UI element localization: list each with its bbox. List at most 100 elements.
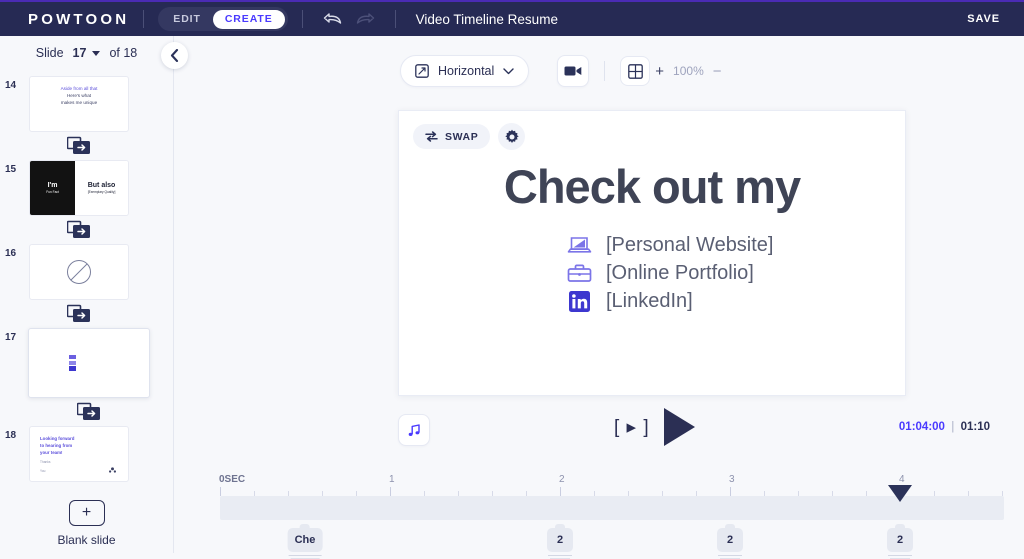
music-button[interactable] xyxy=(398,414,430,446)
link-row-portfolio[interactable]: [Online Portfolio] xyxy=(566,259,774,287)
timecode-divider: | xyxy=(951,421,955,433)
orientation-dropdown[interactable]: Horizontal xyxy=(400,55,530,87)
timeline-track[interactable] xyxy=(220,496,1004,520)
create-mode-button[interactable]: CREATE xyxy=(212,9,285,29)
ruler-tick-major xyxy=(560,487,561,496)
plus-icon[interactable]: + xyxy=(68,500,105,526)
slide-17-links xyxy=(68,355,76,371)
slide-heading[interactable]: Check out my xyxy=(399,159,905,214)
clip-stack-line xyxy=(548,555,572,556)
music-note-icon xyxy=(408,423,420,436)
ruler-tick-major xyxy=(220,487,221,496)
transition-icon xyxy=(67,304,90,322)
grid-toggle-button[interactable] xyxy=(620,56,651,86)
canvas-toolbar: Horizontal + 100% − xyxy=(174,36,1024,90)
chevron-left-icon xyxy=(170,49,179,62)
powtoon-logo[interactable]: POWTOON xyxy=(28,11,129,28)
timeline-clip[interactable]: Che xyxy=(287,528,323,559)
slide-15-right-sub: [Exemplary Quality] xyxy=(87,190,116,194)
laptop-icon xyxy=(68,355,76,359)
transition-icon xyxy=(77,402,100,420)
preview-button[interactable]: [ ▸ ] xyxy=(614,416,650,439)
transition-icon xyxy=(67,220,90,238)
slide-preview[interactable]: Aside from all that Here's what makes me… xyxy=(29,76,129,132)
timeline-clip[interactable]: 2 xyxy=(887,528,913,559)
slide-index: 15 xyxy=(5,164,17,175)
play-icon[interactable] xyxy=(663,408,695,446)
redo-icon[interactable] xyxy=(355,11,375,27)
slide-18-sub2: You xyxy=(40,469,46,474)
ruler-label: 3 xyxy=(729,474,735,485)
link-label: [Personal Website] xyxy=(606,233,774,256)
timeline-clip[interactable]: 2 xyxy=(717,528,743,559)
zoom-in-button[interactable]: + xyxy=(655,63,664,80)
slide-17-content xyxy=(29,329,149,397)
clip-stack-line xyxy=(888,555,912,556)
settings-button[interactable] xyxy=(498,123,526,150)
slide-index: 14 xyxy=(5,80,17,91)
timecode-display: 01:04:00 | 01:10 xyxy=(899,421,990,433)
zoom-out-button[interactable]: − xyxy=(713,63,722,80)
slide-thumbnail-18[interactable]: 18 Looking forward to hearing from your … xyxy=(0,426,173,482)
record-video-button[interactable] xyxy=(557,55,590,87)
swap-button[interactable]: SWAP xyxy=(413,124,491,149)
slide-18-head2: to hearing from xyxy=(40,443,73,449)
playhead-marker[interactable] xyxy=(888,485,912,502)
undo-icon[interactable] xyxy=(323,11,343,27)
total-time: 01:10 xyxy=(960,421,990,433)
slide-15-left-sub: Fun Fact xyxy=(46,190,59,194)
transition-button-16[interactable] xyxy=(29,304,129,323)
transition-button-15[interactable] xyxy=(29,220,129,239)
transition-icon xyxy=(67,136,90,154)
transition-button-17[interactable] xyxy=(28,402,150,421)
link-label: [LinkedIn] xyxy=(606,289,693,312)
slide-index: 18 xyxy=(5,430,17,441)
linkedin-icon xyxy=(68,366,76,371)
zoom-level-label: 100% xyxy=(673,64,704,78)
slide-14-line3: makes me unique xyxy=(60,99,98,105)
slide-thumbnail-15[interactable]: 15 I'm Fun Fact But also [Exemplary Qual… xyxy=(0,160,173,216)
slide-canvas[interactable]: SWAP Check out my [Personal Website] [On… xyxy=(398,110,906,396)
orientation-label: Horizontal xyxy=(438,64,495,78)
slide-total: of 18 xyxy=(109,46,138,60)
slide-preview[interactable]: Looking forward to hearing from your tea… xyxy=(29,426,129,482)
slide-14-line2: Here's what xyxy=(66,92,92,98)
edit-mode-button[interactable]: EDIT xyxy=(161,10,213,29)
ruler-label: 0SEC xyxy=(219,474,246,485)
transition-button-14[interactable] xyxy=(29,136,129,155)
slide-preview[interactable]: I'm Fun Fact But also [Exemplary Quality… xyxy=(29,160,129,216)
clip-stack-line xyxy=(288,555,322,556)
gear-icon xyxy=(505,129,519,143)
divider xyxy=(301,10,303,28)
video-camera-icon xyxy=(564,66,582,76)
slide-14-line1: Aside from all that xyxy=(60,86,98,91)
link-row-linkedin[interactable]: [LinkedIn] xyxy=(566,287,774,315)
briefcase-icon xyxy=(566,264,592,283)
slide-preview[interactable] xyxy=(29,244,129,300)
playback-controls: [ ▸ ] 01:04:00 | 01:10 xyxy=(174,408,1024,462)
slide-thumbnail-14[interactable]: 14 Aside from all that Here's what makes… xyxy=(0,76,173,132)
slide-number-dropdown[interactable]: 17 xyxy=(73,46,101,60)
document-title[interactable]: Video Timeline Resume xyxy=(416,12,558,27)
timeline-clip[interactable]: 2 xyxy=(547,528,573,559)
slide-15-content: I'm Fun Fact But also [Exemplary Quality… xyxy=(30,161,128,215)
link-row-website[interactable]: [Personal Website] xyxy=(566,231,774,259)
slide-15-left-title: I'm xyxy=(47,182,58,189)
chevron-down-icon xyxy=(503,67,514,74)
divider xyxy=(394,10,396,28)
current-time: 01:04:00 xyxy=(898,421,945,433)
save-button[interactable]: SAVE xyxy=(967,13,1000,25)
timeline[interactable]: 0SEC 1 2 3 4 Che 2 2 2 xyxy=(174,462,1024,559)
slide-preview-selected[interactable] xyxy=(28,328,150,398)
slide-15-left: I'm Fun Fact xyxy=(30,161,76,215)
slide-18-logo xyxy=(109,467,121,474)
collapse-sidebar-button[interactable] xyxy=(161,42,188,69)
slide-thumbnail-17[interactable]: 17 xyxy=(0,328,173,398)
timeline-ruler[interactable]: 0SEC 1 2 3 4 xyxy=(219,474,1004,496)
divider xyxy=(604,61,606,81)
slide-18-content: Looking forward to hearing from your tea… xyxy=(30,427,128,481)
ruler-label: 1 xyxy=(389,474,395,485)
slide-thumbnail-16[interactable]: 16 xyxy=(0,244,173,300)
add-blank-slide[interactable]: + Blank slide xyxy=(0,500,173,547)
no-content-icon xyxy=(67,260,91,284)
